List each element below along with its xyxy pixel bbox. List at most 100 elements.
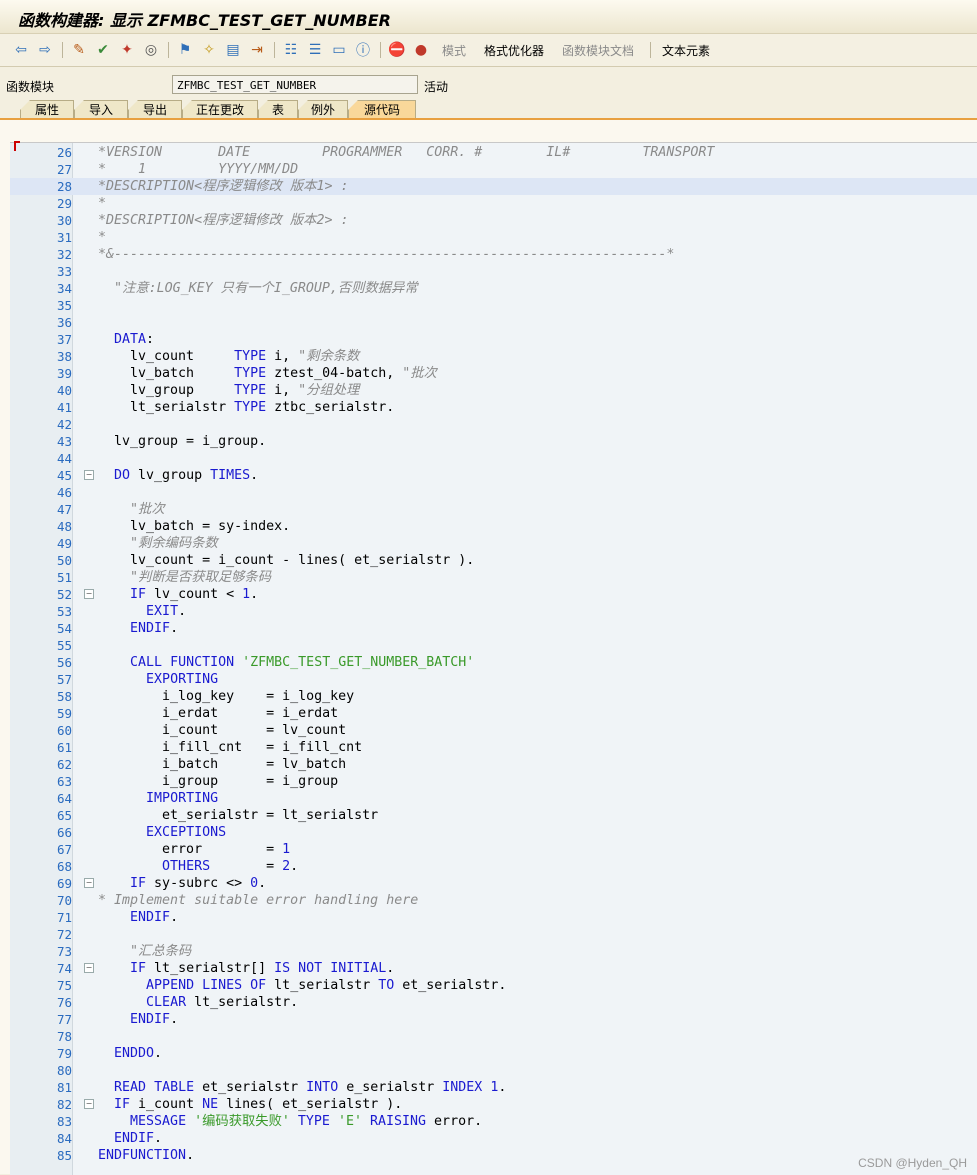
code-line[interactable]: 48 lv_batch = sy-index.: [10, 518, 977, 535]
code-line[interactable]: 66 EXCEPTIONS: [10, 824, 977, 841]
code-text: i_group = i_group: [98, 774, 339, 789]
display-change-icon[interactable]: ✎: [70, 40, 88, 60]
code-line[interactable]: 58 i_log_key = i_log_key: [10, 688, 977, 705]
code-line[interactable]: 49 "剩余编码条数: [10, 535, 977, 552]
code-line[interactable]: 62 i_batch = lv_batch: [10, 756, 977, 773]
code-line[interactable]: 54 ENDIF.: [10, 620, 977, 637]
code-line[interactable]: 26 *VERSION DATE PROGRAMMER CORR. # IL# T…: [10, 144, 977, 161]
code-line[interactable]: 57 EXPORTING: [10, 671, 977, 688]
activate-icon[interactable]: ✦: [118, 40, 136, 60]
stop-icon[interactable]: ●: [412, 40, 430, 60]
code-line[interactable]: 84 ENDIF.: [10, 1130, 977, 1147]
code-line[interactable]: 44: [10, 450, 977, 467]
code-line[interactable]: 50 lv_count = i_count - lines( et_serial…: [10, 552, 977, 569]
code-line[interactable]: 35: [10, 297, 977, 314]
back-arrow-icon[interactable]: ⇦: [12, 40, 30, 60]
code-line[interactable]: 61 i_fill_cnt = i_fill_cnt: [10, 739, 977, 756]
code-line[interactable]: 42: [10, 416, 977, 433]
code-line[interactable]: 36: [10, 314, 977, 331]
code-line[interactable]: 60 i_count = lv_count: [10, 722, 977, 739]
line-number: 64: [56, 791, 72, 806]
tab-export[interactable]: 导出: [128, 100, 182, 118]
fold-toggle-icon[interactable]: −: [84, 589, 94, 599]
stack-icon[interactable]: ☰: [306, 40, 324, 60]
fm-name-field[interactable]: ZFMBC_TEST_GET_NUMBER: [172, 75, 418, 94]
code-line[interactable]: 67 error = 1: [10, 841, 977, 858]
code-line[interactable]: 70 * Implement suitable error handling he…: [10, 892, 977, 909]
code-line[interactable]: 55: [10, 637, 977, 654]
code-line[interactable]: 81 READ TABLE et_serialstr INTO e_serial…: [10, 1079, 977, 1096]
code-line[interactable]: 69 − IF sy-subrc <> 0.: [10, 875, 977, 892]
code-line[interactable]: 30 *DESCRIPTION<程序逻辑修改 版本2> :: [10, 212, 977, 229]
navigation-icon[interactable]: ⇥: [248, 40, 266, 60]
code-line[interactable]: 63 i_group = i_group: [10, 773, 977, 790]
magic-wand-icon[interactable]: ✧: [200, 40, 218, 60]
code-line[interactable]: 64 IMPORTING: [10, 790, 977, 807]
tab-exceptions[interactable]: 例外: [298, 100, 348, 118]
code-line[interactable]: 47 "批次: [10, 501, 977, 518]
line-number: 85: [56, 1148, 72, 1163]
pattern-button[interactable]: 模式: [442, 40, 466, 60]
code-line[interactable]: 46: [10, 484, 977, 501]
code-line[interactable]: 38 lv_count TYPE i, "剩余条数: [10, 348, 977, 365]
code-line[interactable]: 78: [10, 1028, 977, 1045]
code-line[interactable]: 76 CLEAR lt_serialstr.: [10, 994, 977, 1011]
line-number: 59: [56, 706, 72, 721]
tab-attributes[interactable]: 属性: [20, 100, 74, 118]
window-icon[interactable]: ▭: [330, 40, 348, 60]
code-line[interactable]: 53 EXIT.: [10, 603, 977, 620]
text-elements-button[interactable]: 文本元素: [662, 40, 710, 60]
tab-tables[interactable]: 表: [258, 100, 298, 118]
fold-toggle-icon[interactable]: −: [84, 878, 94, 888]
code-line[interactable]: 45 − DO lv_group TIMES.: [10, 467, 977, 484]
pretty-printer-button[interactable]: 格式优化器: [484, 40, 544, 60]
code-line[interactable]: 77 ENDIF.: [10, 1011, 977, 1028]
code-line[interactable]: 82 − IF i_count NE lines( et_serialstr ).: [10, 1096, 977, 1113]
code-line[interactable]: 41 lt_serialstr TYPE ztbc_serialstr.: [10, 399, 977, 416]
info-icon[interactable]: ⓘ: [354, 40, 372, 60]
code-line[interactable]: 74 − IF lt_serialstr[] IS NOT INITIAL.: [10, 960, 977, 977]
code-line[interactable]: 43 lv_group = i_group.: [10, 433, 977, 450]
tab-import[interactable]: 导入: [74, 100, 128, 118]
where-used-icon[interactable]: ⚑: [176, 40, 194, 60]
code-line[interactable]: 39 lv_batch TYPE ztest_04-batch, "批次: [10, 365, 977, 382]
code-line[interactable]: 28 *DESCRIPTION<程序逻辑修改 版本1> :: [10, 178, 977, 195]
code-line[interactable]: 27 * 1 YYYY/MM/DD: [10, 161, 977, 178]
code-line[interactable]: 40 lv_group TYPE i, "分组处理: [10, 382, 977, 399]
code-line[interactable]: 85 ENDFUNCTION.: [10, 1147, 977, 1164]
fm-documentation-button[interactable]: 函数模块文档: [562, 40, 634, 60]
code-line[interactable]: 29 *: [10, 195, 977, 212]
forward-arrow-icon[interactable]: ⇨: [36, 40, 54, 60]
code-line[interactable]: 83 MESSAGE '编码获取失败' TYPE 'E' RAISING err…: [10, 1113, 977, 1130]
code-line[interactable]: 75 APPEND LINES OF lt_serialstr TO et_se…: [10, 977, 977, 994]
check-icon[interactable]: ✔: [94, 40, 112, 60]
tab-changing[interactable]: 正在更改: [182, 100, 258, 118]
abap-editor[interactable]: 26 *VERSION DATE PROGRAMMER CORR. # IL# T…: [10, 142, 977, 1175]
code-line[interactable]: 33: [10, 263, 977, 280]
fold-toggle-icon[interactable]: −: [84, 963, 94, 973]
code-line[interactable]: 51 "判断是否获取足够条码: [10, 569, 977, 586]
breakpoint-icon[interactable]: ⛔: [388, 40, 406, 60]
code-line[interactable]: 56 CALL FUNCTION 'ZFMBC_TEST_GET_NUMBER_…: [10, 654, 977, 671]
code-line[interactable]: 34 "注意:LOG_KEY 只有一个I_GROUP,否则数据异常: [10, 280, 977, 297]
code-text: OTHERS = 2.: [162, 859, 299, 874]
fold-toggle-icon[interactable]: −: [84, 1099, 94, 1109]
fold-toggle-icon[interactable]: −: [84, 470, 94, 480]
hierarchy-icon[interactable]: ☷: [282, 40, 300, 60]
code-line[interactable]: 31 *: [10, 229, 977, 246]
code-line[interactable]: 32 *&------------------------------------…: [10, 246, 977, 263]
code-line[interactable]: 52 − IF lv_count < 1.: [10, 586, 977, 603]
code-line[interactable]: 72: [10, 926, 977, 943]
code-line[interactable]: 73 "汇总条码: [10, 943, 977, 960]
code-line[interactable]: 79 ENDDO.: [10, 1045, 977, 1062]
code-line[interactable]: 68 OTHERS = 2.: [10, 858, 977, 875]
object-list-icon[interactable]: ▤: [224, 40, 242, 60]
code-line[interactable]: 80: [10, 1062, 977, 1079]
code-line[interactable]: 65 et_serialstr = lt_serialstr: [10, 807, 977, 824]
line-number: 82: [56, 1097, 72, 1112]
code-line[interactable]: 71 ENDIF.: [10, 909, 977, 926]
code-line[interactable]: 37 DATA:: [10, 331, 977, 348]
code-line[interactable]: 59 i_erdat = i_erdat: [10, 705, 977, 722]
tab-source-code[interactable]: 源代码: [348, 100, 416, 118]
test-icon[interactable]: ◎: [142, 40, 160, 60]
